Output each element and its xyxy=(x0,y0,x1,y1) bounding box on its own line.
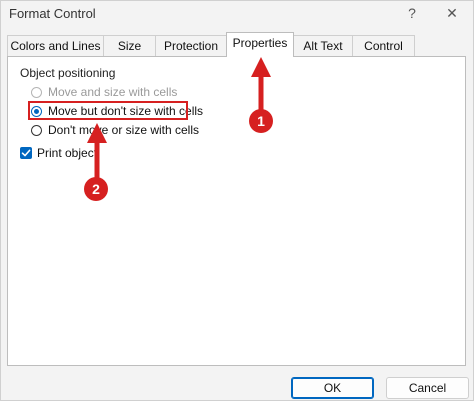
radio-move-and-size[interactable]: Move and size with cells xyxy=(31,84,177,100)
format-control-dialog: Format Control ? ✕ Colors and Lines Size… xyxy=(0,0,474,401)
cancel-button[interactable]: Cancel xyxy=(386,377,469,399)
ok-button[interactable]: OK xyxy=(291,377,374,399)
print-object-option[interactable]: Print object xyxy=(20,146,97,160)
properties-panel: Object positioning Move and size with ce… xyxy=(7,56,466,366)
tab-size[interactable]: Size xyxy=(103,35,156,56)
annotation-badge-1: 1 xyxy=(249,109,273,133)
print-object-checkbox[interactable] xyxy=(20,147,32,159)
tab-properties[interactable]: Properties xyxy=(226,32,294,57)
radio-button[interactable] xyxy=(31,124,42,136)
object-positioning-label: Object positioning xyxy=(20,66,116,80)
radio-label: Don't move or size with cells xyxy=(48,123,200,137)
radio-button[interactable] xyxy=(31,86,42,98)
window-title: Format Control xyxy=(9,6,96,21)
radio-dont-move-or-size[interactable]: Don't move or size with cells xyxy=(31,122,199,138)
print-object-label: Print object xyxy=(37,146,98,160)
annotation-badge-2: 2 xyxy=(84,177,108,201)
tab-alt-text[interactable]: Alt Text xyxy=(293,35,353,56)
radio-label: Move and size with cells xyxy=(48,85,178,99)
title-bar: Format Control ? ✕ xyxy=(1,1,473,27)
annotation-highlight-box xyxy=(28,101,188,120)
tab-colors-and-lines[interactable]: Colors and Lines xyxy=(7,35,104,56)
tab-protection[interactable]: Protection xyxy=(155,35,227,56)
checkmark-icon xyxy=(21,149,31,157)
close-icon[interactable]: ✕ xyxy=(441,3,463,23)
tab-control[interactable]: Control xyxy=(352,35,415,56)
help-icon[interactable]: ? xyxy=(401,3,423,23)
